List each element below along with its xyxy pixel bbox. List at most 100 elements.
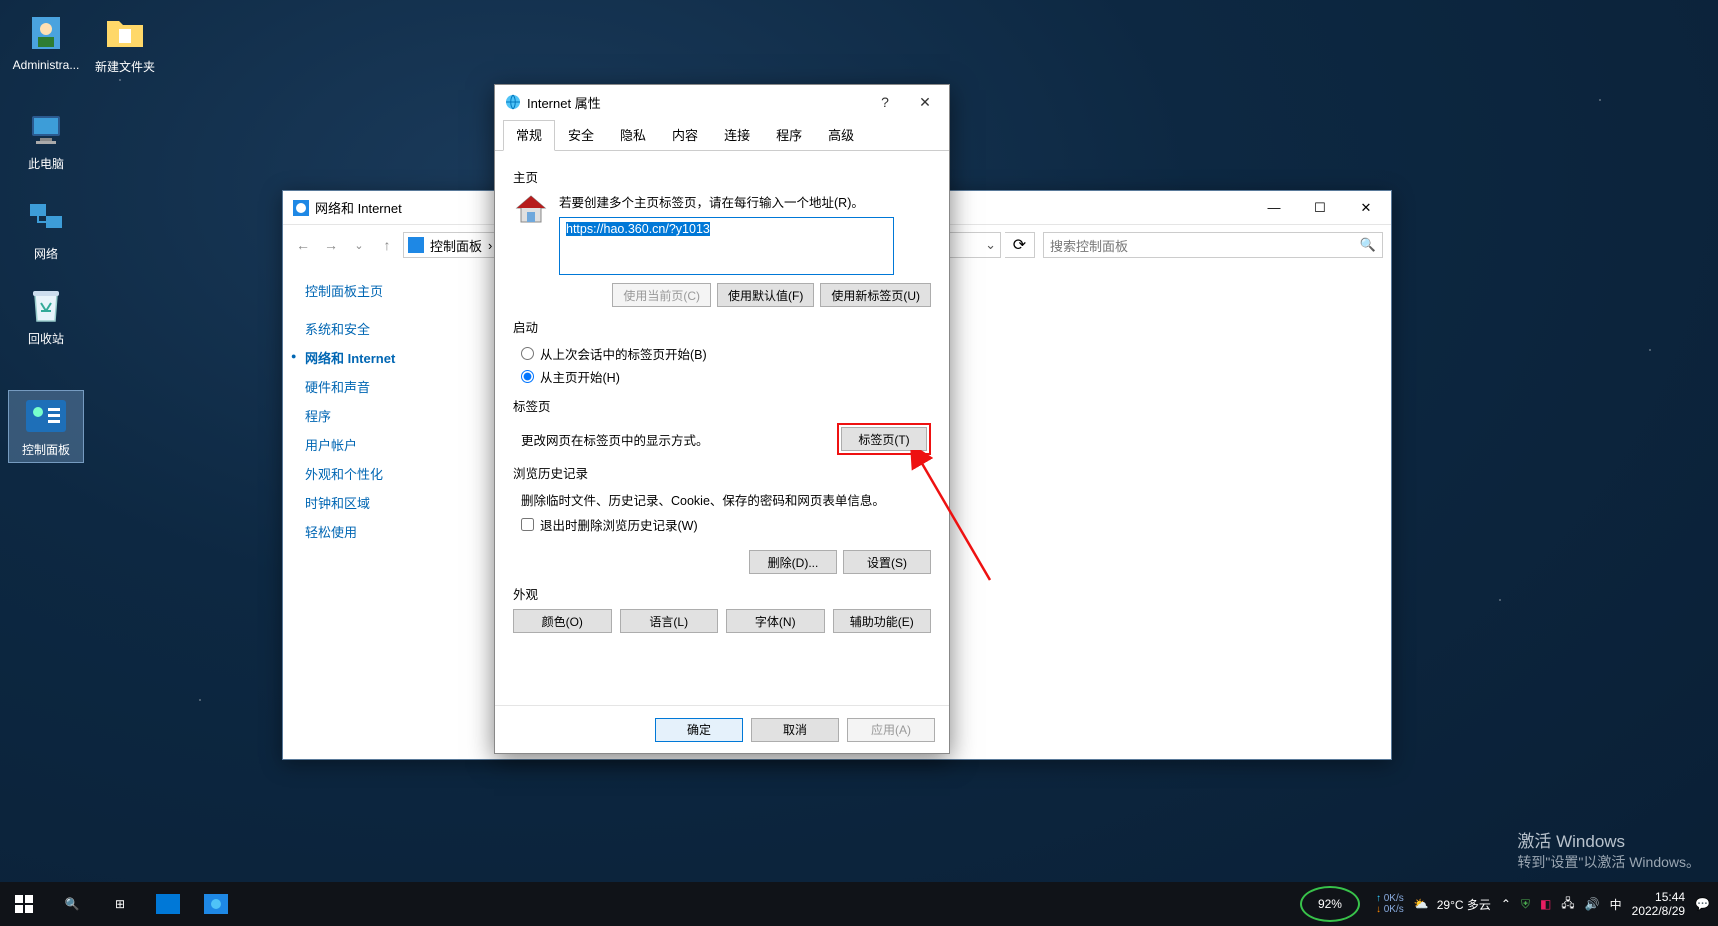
font-button[interactable]: 字体(N) bbox=[726, 609, 825, 633]
desktop-icon-network[interactable]: 网络 bbox=[8, 195, 84, 266]
search-icon: 🔍 bbox=[1360, 237, 1376, 253]
apply-button[interactable]: 应用(A) bbox=[847, 718, 935, 742]
refresh-button[interactable]: ⟳ bbox=[1005, 232, 1035, 258]
sidebar-item-clock[interactable]: 时钟和区域 bbox=[305, 488, 473, 517]
tray-chevron-icon[interactable]: ⌃ bbox=[1501, 897, 1511, 911]
search-box[interactable]: 搜索控制面板 🔍 bbox=[1043, 232, 1383, 258]
check-delete-on-exit[interactable]: 退出时删除浏览历史记录(W) bbox=[513, 513, 931, 536]
weather-icon: ⛅ bbox=[1414, 897, 1429, 911]
history-hint: 删除临时文件、历史记录、Cookie、保存的密码和网页表单信息。 bbox=[513, 488, 931, 513]
tab-content[interactable]: 内容 bbox=[659, 120, 711, 151]
radio-homepage[interactable]: 从主页开始(H) bbox=[513, 365, 931, 388]
taskbar: 🔍 ⊞ 92% 0K/s 0K/s ⛅ 29°C 多云 ⌃ ⛨ ◧ 🖧 🔊 中 … bbox=[0, 882, 1718, 926]
taskview-button[interactable]: ⊞ bbox=[96, 882, 144, 926]
sidebar-item-ease[interactable]: 轻松使用 bbox=[305, 517, 473, 546]
forward-button[interactable]: → bbox=[319, 233, 343, 257]
settings-button[interactable]: 设置(S) bbox=[843, 550, 931, 574]
tabpage-button[interactable]: 标签页(T) bbox=[841, 427, 927, 451]
history-dropdown[interactable]: ⌄ bbox=[347, 233, 371, 257]
radio-last-session[interactable]: 从上次会话中的标签页开始(B) bbox=[513, 342, 931, 365]
tab-programs[interactable]: 程序 bbox=[763, 120, 815, 151]
delete-button[interactable]: 删除(D)... bbox=[749, 550, 837, 574]
section-tabpages: 标签页 bbox=[513, 396, 931, 415]
tray-volume-icon[interactable]: 🔊 bbox=[1585, 897, 1600, 911]
home-icon bbox=[513, 192, 549, 228]
desktop-icon-recycle[interactable]: 回收站 bbox=[8, 280, 84, 351]
help-button[interactable]: ? bbox=[865, 88, 905, 116]
taskbar-app-1[interactable] bbox=[144, 882, 192, 926]
tab-general[interactable]: 常规 bbox=[503, 120, 555, 151]
desktop-icon-label: 回收站 bbox=[28, 330, 64, 347]
tray-app-icon[interactable]: ◧ bbox=[1540, 897, 1551, 911]
cp-sidebar: 控制面板主页 系统和安全 网络和 Internet 硬件和声音 程序 用户帐户 … bbox=[283, 265, 483, 759]
desktop-icon-admin[interactable]: Administra... bbox=[8, 8, 84, 76]
search-button[interactable]: 🔍 bbox=[48, 882, 96, 926]
chevron-down-icon[interactable]: ⌄ bbox=[985, 237, 996, 253]
sidebar-item-users[interactable]: 用户帐户 bbox=[305, 430, 473, 459]
tab-advanced[interactable]: 高级 bbox=[815, 120, 867, 151]
sidebar-heading[interactable]: 控制面板主页 bbox=[305, 281, 473, 300]
dlg-footer: 确定 取消 应用(A) bbox=[495, 705, 949, 753]
section-appearance: 外观 bbox=[513, 584, 931, 603]
cpanel-small-icon bbox=[408, 237, 424, 253]
use-newtab-button[interactable]: 使用新标签页(U) bbox=[820, 283, 931, 307]
desktop-icon-folder[interactable]: 新建文件夹 bbox=[87, 8, 163, 79]
color-button[interactable]: 颜色(O) bbox=[513, 609, 612, 633]
up-button[interactable]: ↑ bbox=[375, 233, 399, 257]
desktop-icon-pc[interactable]: 此电脑 bbox=[8, 105, 84, 176]
maximize-button[interactable]: ☐ bbox=[1297, 192, 1343, 224]
start-button[interactable] bbox=[0, 882, 48, 926]
weather-widget[interactable]: ⛅ 29°C 多云 bbox=[1414, 896, 1491, 913]
notifications-button[interactable]: 💬 bbox=[1695, 897, 1710, 911]
internet-properties-dialog: Internet 属性 ? ✕ 常规 安全 隐私 内容 连接 程序 高级 主页 … bbox=[494, 84, 950, 754]
sidebar-item-programs[interactable]: 程序 bbox=[305, 401, 473, 430]
desktop-icon-label: 此电脑 bbox=[28, 155, 64, 172]
dlg-tabs: 常规 安全 隐私 内容 连接 程序 高级 bbox=[495, 119, 949, 151]
sidebar-item-system[interactable]: 系统和安全 bbox=[305, 314, 473, 343]
use-current-button[interactable]: 使用当前页(C) bbox=[612, 283, 711, 307]
recycle-icon bbox=[25, 284, 67, 326]
desktop-icon-cpanel[interactable]: 控制面板 bbox=[8, 390, 84, 463]
accessibility-button[interactable]: 辅助功能(E) bbox=[833, 609, 932, 633]
activation-watermark: 激活 Windows 转到"设置"以激活 Windows。 bbox=[1517, 827, 1700, 872]
folder-icon bbox=[104, 12, 146, 54]
ime-indicator[interactable]: 中 bbox=[1610, 896, 1622, 913]
back-button[interactable]: ← bbox=[291, 233, 315, 257]
tray-security-icon[interactable]: ⛨ bbox=[1521, 897, 1530, 912]
dlg-titlebar: Internet 属性 ? ✕ bbox=[495, 85, 949, 119]
clock[interactable]: 15:44 2022/8/29 bbox=[1632, 890, 1685, 919]
close-button[interactable]: ✕ bbox=[905, 88, 945, 116]
desktop-icon-label: Administra... bbox=[13, 58, 80, 72]
network-icon bbox=[25, 199, 67, 241]
user-icon bbox=[25, 12, 67, 54]
network-monitor[interactable]: 92% bbox=[1300, 886, 1360, 922]
network-speed: 0K/s 0K/s bbox=[1376, 893, 1404, 915]
sidebar-item-appearance[interactable]: 外观和个性化 bbox=[305, 459, 473, 488]
language-button[interactable]: 语言(L) bbox=[620, 609, 719, 633]
use-default-button[interactable]: 使用默认值(F) bbox=[717, 283, 814, 307]
desktop-icon-label: 网络 bbox=[34, 245, 58, 262]
homepage-hint: 若要创建多个主页标签页，请在每行输入一个地址(R)。 bbox=[559, 192, 931, 211]
homepage-url-input[interactable]: https://hao.360.cn/?y1013 bbox=[559, 217, 894, 275]
close-button[interactable]: ✕ bbox=[1343, 192, 1389, 224]
tabpage-hint: 更改网页在标签页中的显示方式。 bbox=[521, 430, 709, 449]
tab-privacy[interactable]: 隐私 bbox=[607, 120, 659, 151]
tray-network-icon[interactable]: 🖧 bbox=[1561, 894, 1574, 915]
desktop-icon-label: 新建文件夹 bbox=[95, 58, 155, 75]
tab-security[interactable]: 安全 bbox=[555, 120, 607, 151]
minimize-button[interactable]: — bbox=[1251, 192, 1297, 224]
sidebar-item-network[interactable]: 网络和 Internet bbox=[305, 343, 473, 372]
ok-button[interactable]: 确定 bbox=[655, 718, 743, 742]
cpanel-icon bbox=[25, 395, 67, 437]
pc-icon bbox=[25, 109, 67, 151]
network-settings-icon bbox=[293, 200, 309, 216]
tab-connections[interactable]: 连接 bbox=[711, 120, 763, 151]
desktop-icon-label: 控制面板 bbox=[22, 441, 70, 458]
section-history: 浏览历史记录 bbox=[513, 463, 931, 482]
section-startup: 启动 bbox=[513, 317, 931, 336]
globe-icon bbox=[505, 94, 521, 110]
section-homepage: 主页 bbox=[513, 167, 931, 186]
cancel-button[interactable]: 取消 bbox=[751, 718, 839, 742]
taskbar-app-2[interactable] bbox=[192, 882, 240, 926]
sidebar-item-hardware[interactable]: 硬件和声音 bbox=[305, 372, 473, 401]
